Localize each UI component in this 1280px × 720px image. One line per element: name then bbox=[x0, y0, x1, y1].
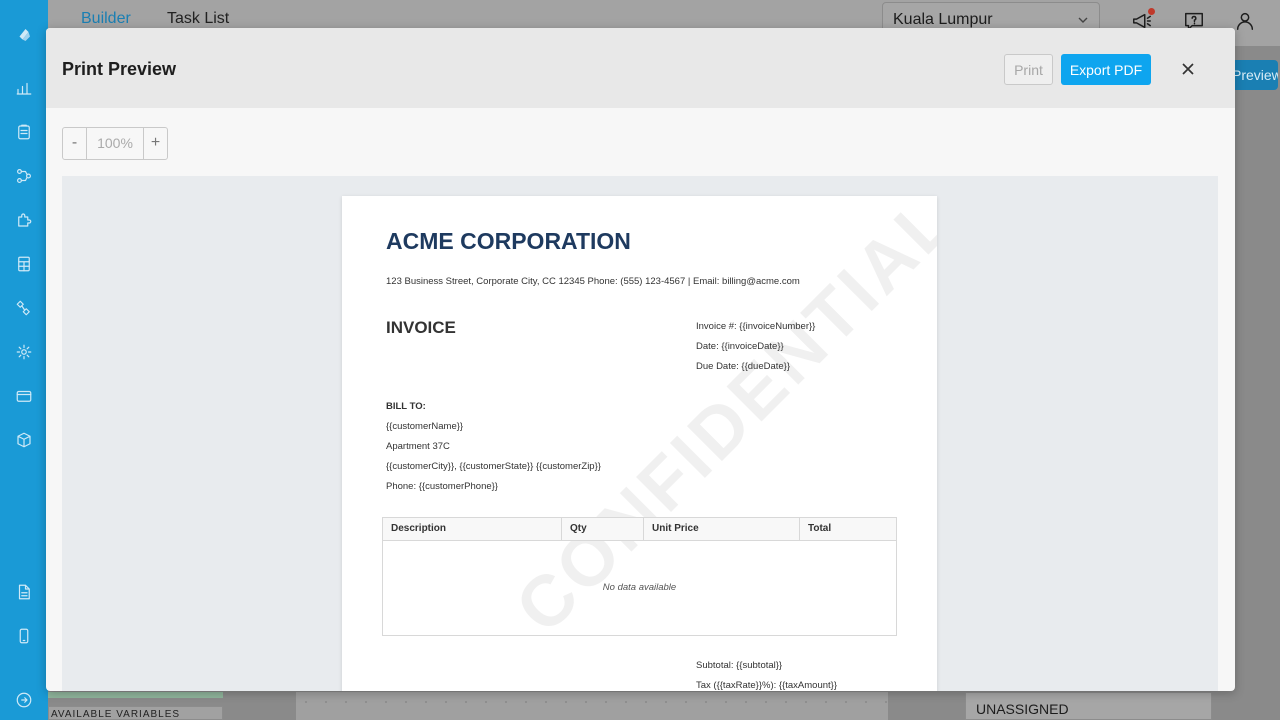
bg-panel-strip bbox=[48, 692, 223, 698]
logo-icon[interactable] bbox=[12, 23, 36, 47]
app-sidebar bbox=[0, 0, 48, 720]
puzzle-icon[interactable] bbox=[12, 208, 36, 232]
tab-builder[interactable]: Builder bbox=[81, 10, 131, 28]
bg-assignee-field[interactable]: UNASSIGNED bbox=[965, 692, 1212, 720]
export-pdf-button[interactable]: Export PDF bbox=[1061, 54, 1151, 85]
bill-to-phone: Phone: {{customerPhone}} bbox=[386, 481, 498, 492]
zoom-control: - 100% + bbox=[62, 127, 168, 160]
invoice-number: Invoice #: {{invoiceNumber}} bbox=[696, 321, 816, 332]
close-icon[interactable] bbox=[1177, 58, 1199, 80]
credit-card-icon[interactable] bbox=[12, 384, 36, 408]
notification-dot bbox=[1148, 8, 1155, 15]
chevron-down-icon bbox=[1078, 17, 1088, 23]
column-qty: Qty bbox=[561, 518, 643, 541]
invoice-due-date: Due Date: {{dueDate}} bbox=[696, 361, 791, 372]
tab-task-list[interactable]: Task List bbox=[167, 10, 229, 28]
analytics-icon[interactable] bbox=[12, 76, 36, 100]
workflow-icon[interactable] bbox=[12, 164, 36, 188]
bill-to-city: {{customerCity}}, {{customerState}} {{cu… bbox=[386, 461, 601, 472]
bill-to-name: {{customerName}} bbox=[386, 421, 464, 432]
bill-to-heading: BILL TO: bbox=[386, 401, 426, 412]
mobile-icon[interactable] bbox=[12, 624, 36, 648]
modal-header: Print Preview Print Export PDF bbox=[46, 28, 1235, 108]
company-address: 123 Business Street, Corporate City, CC … bbox=[386, 276, 800, 287]
print-preview-modal: Print Preview Print Export PDF - 100% + … bbox=[46, 28, 1235, 691]
column-total: Total bbox=[799, 518, 896, 541]
print-button[interactable]: Print bbox=[1004, 54, 1053, 85]
zoom-in-button[interactable]: + bbox=[143, 128, 167, 159]
tax: Tax ({{taxRate}}%): {{taxAmount}} bbox=[696, 680, 838, 691]
invoice-date: Date: {{invoiceDate}} bbox=[696, 341, 784, 352]
subtotal: Subtotal: {{subtotal}} bbox=[696, 660, 783, 671]
empty-table-message: No data available bbox=[602, 582, 677, 593]
logout-icon[interactable] bbox=[12, 688, 36, 712]
bg-preview-button-label: Preview bbox=[1232, 67, 1278, 83]
user-icon[interactable] bbox=[1234, 10, 1256, 32]
invoice-page: CONFIDENTIAL ACME CORPORATION 123 Busine… bbox=[342, 196, 937, 691]
line-items-table: Description Qty Unit Price Total No data… bbox=[382, 517, 897, 636]
column-unit-price: Unit Price bbox=[643, 518, 799, 541]
company-name: ACME CORPORATION bbox=[386, 228, 631, 254]
zoom-out-button[interactable]: - bbox=[63, 128, 87, 159]
clipboard-icon[interactable] bbox=[12, 120, 36, 144]
box-icon[interactable] bbox=[12, 428, 36, 452]
location-select-value: Kuala Lumpur bbox=[893, 11, 993, 28]
column-description: Description bbox=[391, 523, 447, 534]
document-icon[interactable] bbox=[12, 580, 36, 604]
spreadsheet-icon[interactable] bbox=[12, 252, 36, 276]
preview-area[interactable]: CONFIDENTIAL ACME CORPORATION 123 Busine… bbox=[62, 176, 1218, 691]
bill-to-address: Apartment 37C bbox=[386, 441, 450, 452]
settings-icon[interactable] bbox=[12, 340, 36, 364]
zoom-level: 100% bbox=[97, 135, 133, 151]
modal-title: Print Preview bbox=[62, 59, 177, 79]
connector-icon[interactable] bbox=[12, 296, 36, 320]
bg-variables-header: AVAILABLE VARIABLES bbox=[48, 706, 223, 720]
bg-builder-canvas bbox=[296, 692, 888, 720]
invoice-title: INVOICE bbox=[386, 318, 456, 337]
table-header: Description Qty Unit Price Total bbox=[383, 518, 896, 541]
